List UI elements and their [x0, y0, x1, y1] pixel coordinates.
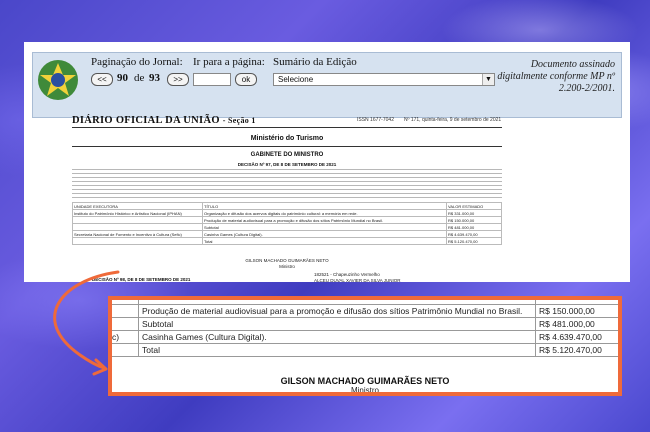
table-cell: Subtotal: [138, 317, 536, 331]
table-row: Produção de material audiovisual para a …: [112, 304, 618, 318]
table-cell: R$ 150.000,00: [535, 304, 618, 318]
table-cell: [112, 304, 139, 318]
table-cell: R$ 5.120.470,00: [535, 343, 618, 357]
table-cell: [112, 343, 139, 357]
table-cell: [112, 317, 139, 331]
table-cell: [138, 300, 536, 305]
zoom-signer-role: Ministro: [350, 386, 379, 395]
table-cell: Produção de material audiovisual para a …: [138, 304, 536, 318]
table-row: Subtotal R$ 481.000,00: [112, 317, 618, 331]
table-row: c) Casinha Games (Cultura Digital). R$ 4…: [112, 330, 618, 344]
table-cell: R$ 481.000,00: [535, 317, 618, 331]
table-cell: R$ 4.639.470,00: [535, 330, 618, 344]
zoomed-table-highlight: Produção de material audiovisual para a …: [108, 296, 622, 396]
table-row: [112, 300, 618, 305]
zoomed-table: Produção de material audiovisual para a …: [112, 300, 618, 357]
table-cell: c): [112, 330, 139, 344]
table-cell: Casinha Games (Cultura Digital).: [138, 330, 536, 344]
zoom-signer-name: GILSON MACHADO GUIMARÃES NETO: [280, 376, 450, 386]
table-cell: [535, 300, 618, 305]
table-cell: Total: [138, 343, 536, 357]
table-row: Total R$ 5.120.470,00: [112, 343, 618, 357]
table-cell: [112, 300, 139, 305]
